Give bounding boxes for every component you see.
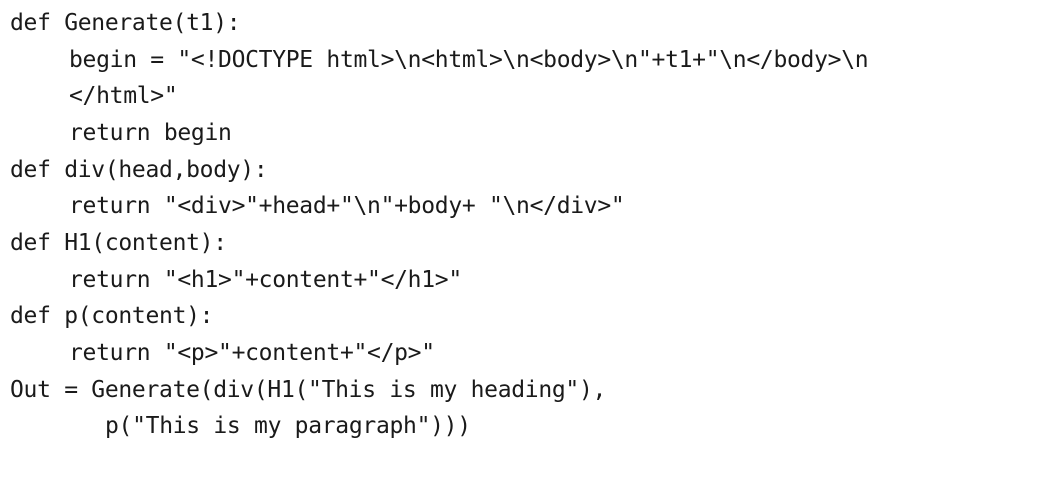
code-line: def H1(content): — [10, 230, 227, 256]
code-line: </html>" — [69, 83, 178, 109]
code-line: return "<h1>"+content+"</h1>" — [69, 267, 462, 293]
code-line: p("This is my paragraph"))) — [105, 413, 471, 439]
code-line: def p(content): — [10, 303, 214, 329]
code-line: Out = Generate(div(H1("This is my headin… — [10, 377, 607, 403]
code-line: def Generate(t1): — [10, 10, 241, 36]
code-line: return "<div>"+head+"\n"+body+ "\n</div>… — [69, 193, 625, 219]
code-listing: def Generate(t1): begin = "<!DOCTYPE htm… — [10, 6, 1055, 484]
code-line: return begin — [69, 120, 232, 146]
code-line: begin = "<!DOCTYPE html>\n<html>\n<body>… — [69, 47, 869, 73]
code-line: def div(head,body): — [10, 157, 268, 183]
code-line: return "<p>"+content+"</p>" — [69, 340, 435, 366]
